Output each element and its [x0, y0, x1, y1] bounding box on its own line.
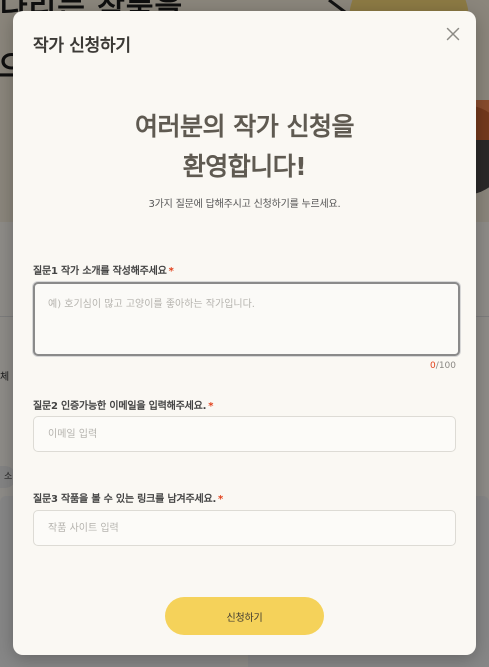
welcome-heading-line2: 환영합니다! [182, 152, 307, 181]
welcome-heading: 여러분의 작가 신청을 환영합니다! [13, 107, 476, 187]
required-mark: * [168, 266, 174, 277]
welcome-subtitle: 3가지 질문에 답해주시고 신청하기를 누르세요. [148, 199, 341, 210]
artist-application-modal: 작가 신청하기 여러분의 작가 신청을 환영합니다! 3가지 질문에 답해주시고… [13, 11, 476, 655]
close-icon [446, 27, 460, 41]
required-mark: * [218, 494, 224, 505]
portfolio-link-input[interactable] [33, 510, 456, 546]
question3-label: 질문3 작품을 볼 수 있는 링크를 남겨주세요. * [33, 490, 223, 505]
artist-intro-textarea[interactable] [33, 282, 460, 356]
char-counter-max: /100 [435, 361, 456, 371]
question1-label-text: 질문1 작가 소개를 작성해주세요 [33, 266, 167, 277]
submit-button[interactable]: 신청하기 [165, 597, 324, 635]
char-counter: 0/100 [430, 361, 456, 371]
question1-label: 질문1 작가 소개를 작성해주세요 * [33, 262, 174, 277]
question2-label: 질문2 인증가능한 이메일을 입력해주세요. * [33, 397, 213, 412]
modal-title: 작가 신청하기 [33, 36, 131, 56]
close-button[interactable] [444, 25, 462, 43]
question2-label-text: 질문2 인증가능한 이메일을 입력해주세요. [33, 401, 207, 412]
email-input[interactable] [33, 416, 456, 452]
question3-label-text: 질문3 작품을 볼 수 있는 링크를 남겨주세요. [33, 494, 217, 505]
required-mark: * [208, 401, 214, 412]
welcome-heading-line1: 여러분의 작가 신청을 [135, 112, 354, 141]
